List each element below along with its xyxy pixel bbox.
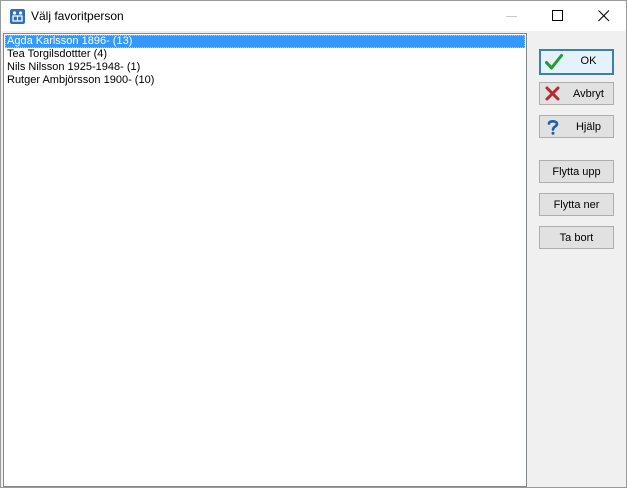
move-down-button[interactable]: Flytta ner bbox=[539, 193, 614, 216]
maximize-icon bbox=[552, 10, 563, 21]
minimize-button[interactable] bbox=[489, 1, 535, 31]
help-button[interactable]: Hjälp bbox=[539, 115, 614, 138]
remove-button-label: Ta bort bbox=[559, 232, 594, 244]
window-title: Välj favoritperson bbox=[31, 9, 124, 23]
help-button-label: Hjälp bbox=[575, 121, 602, 133]
close-icon bbox=[598, 10, 610, 22]
move-down-button-label: Flytta ner bbox=[553, 199, 600, 211]
minimize-icon bbox=[506, 16, 517, 17]
maximize-button[interactable] bbox=[535, 1, 581, 31]
dialog-window: Välj favoritperson Agda Karlsson 1896- (… bbox=[0, 0, 627, 488]
favorite-person-listbox[interactable]: Agda Karlsson 1896- (13) Tea Torgilsdott… bbox=[3, 33, 527, 487]
cancel-button-label: Avbryt bbox=[573, 88, 604, 100]
ok-button-label: OK bbox=[580, 55, 597, 67]
cross-icon bbox=[545, 86, 560, 101]
checkmark-icon bbox=[545, 54, 563, 70]
cancel-button[interactable]: Avbryt bbox=[539, 82, 614, 105]
list-item[interactable]: Rutger Ambjörsson 1900- (10) bbox=[5, 74, 525, 87]
close-button[interactable] bbox=[581, 1, 627, 31]
ok-button[interactable]: OK bbox=[539, 49, 614, 75]
move-up-button-label: Flytta upp bbox=[552, 166, 601, 178]
app-icon bbox=[10, 9, 25, 24]
remove-button[interactable]: Ta bort bbox=[539, 226, 614, 249]
list-item[interactable]: Nils Nilsson 1925-1948- (1) bbox=[5, 61, 525, 74]
question-icon bbox=[547, 120, 559, 135]
list-item[interactable]: Agda Karlsson 1896- (13) bbox=[5, 35, 525, 48]
title-bar[interactable]: Välj favoritperson bbox=[1, 1, 626, 31]
list-item[interactable]: Tea Torgilsdottter (4) bbox=[5, 48, 525, 61]
move-up-button[interactable]: Flytta upp bbox=[539, 160, 614, 183]
